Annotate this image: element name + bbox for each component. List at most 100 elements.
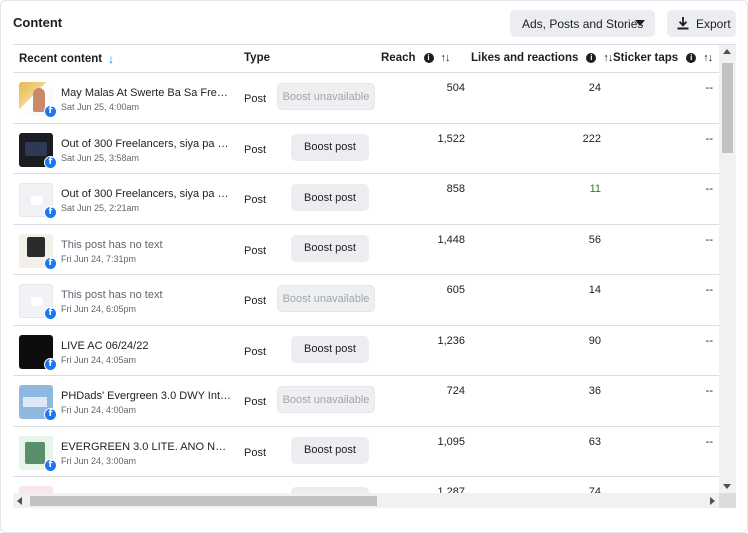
sticker-taps-value: --	[705, 334, 713, 347]
col-reach[interactable]: Reach i ↑↓	[381, 52, 451, 64]
reach-value: 1,448	[437, 233, 465, 246]
reach-value: 605	[446, 284, 465, 296]
table-row[interactable]: f This post has no text Fri Jun 24, 7:31pm…	[13, 225, 719, 275]
post-date: Fri Jun 24, 7:31pm	[61, 253, 137, 264]
sticker-taps-value: --	[705, 233, 713, 246]
facebook-icon: f	[44, 458, 57, 472]
post-type: Post	[244, 295, 267, 307]
post-title[interactable]: May Malas At Swerte Ba Sa Freela...	[61, 87, 233, 99]
boost-post-button[interactable]: Boost post	[291, 133, 369, 161]
facebook-icon: f	[44, 357, 57, 371]
post-title[interactable]: This post has no text	[61, 239, 233, 251]
table-row[interactable]: f PHDads' Evergreen 3.0 DWY Intern... Fri …	[13, 376, 719, 427]
likes-value: 36	[588, 385, 601, 397]
col-likes[interactable]: Likes and reactions i ↑↓	[471, 52, 613, 64]
boost-post-button[interactable]: Boost post	[291, 436, 369, 464]
boost-unavailable-button: Boost unavailable	[277, 285, 375, 312]
post-type: Post	[244, 194, 267, 206]
post-title[interactable]: Out of 300 Freelancers, siya pa ang...	[61, 138, 233, 150]
facebook-icon: f	[44, 155, 57, 169]
horizontal-scrollbar[interactable]	[13, 493, 719, 508]
filter-label: Ads, Posts and Stories	[522, 16, 644, 31]
likes-value: 11	[589, 183, 601, 195]
post-title[interactable]: EVERGREEN 3.0 LITE. ANO NGA B...	[61, 441, 233, 453]
post-type: Post	[244, 143, 267, 156]
sort-icon[interactable]: ↑↓	[441, 52, 451, 64]
post-date: Sat Jun 25, 2:21am	[61, 203, 140, 213]
post-type: Post	[244, 244, 267, 257]
post-type: Post	[244, 345, 267, 358]
post-date: Sat Jun 25, 4:00am	[61, 102, 140, 112]
scroll-left-arrow-icon[interactable]	[17, 497, 22, 505]
sticker-taps-value: --	[705, 385, 713, 397]
sort-desc-icon: ↓	[108, 52, 115, 66]
table-row[interactable]: f This post has no text Fri Jun 24, 6:05pm…	[13, 275, 719, 326]
scroll-thumb[interactable]	[722, 63, 733, 153]
post-title[interactable]: This post has no text	[61, 289, 233, 301]
info-icon[interactable]: i	[423, 53, 434, 63]
reach-value: 1,522	[437, 132, 465, 145]
info-icon[interactable]: i	[586, 53, 597, 63]
caret-down-icon	[635, 20, 645, 26]
col-likes-label: Likes and reactions	[471, 52, 579, 64]
scroll-up-arrow-icon[interactable]	[723, 49, 731, 54]
post-type: Post	[244, 396, 267, 408]
table-body: f May Malas At Swerte Ba Sa Freela... Sat …	[13, 73, 719, 508]
table-header: Recent content ↓ Type Reach i ↑↓ Likes a…	[13, 45, 719, 73]
export-label: Export	[696, 16, 731, 31]
col-type-label: Type	[244, 52, 270, 64]
post-date: Sat Jun 25, 3:58am	[61, 152, 140, 163]
col-reach-label: Reach	[381, 52, 416, 64]
col-recent-label: Recent content	[19, 53, 103, 65]
post-date: Fri Jun 24, 3:00am	[61, 455, 137, 466]
info-icon[interactable]: i	[686, 53, 697, 63]
post-type: Post	[244, 93, 267, 105]
reach-value: 858	[446, 183, 465, 195]
scroll-corner	[719, 493, 736, 508]
table-row[interactable]: f Out of 300 Freelancers, siya pa ang... S…	[13, 124, 719, 174]
boost-unavailable-button: Boost unavailable	[277, 83, 375, 110]
download-icon	[677, 17, 689, 30]
likes-value: 222	[582, 132, 601, 145]
card-title: Content	[13, 15, 63, 30]
scroll-right-arrow-icon[interactable]	[710, 497, 715, 505]
sticker-taps-value: --	[705, 82, 713, 94]
col-sticker-taps[interactable]: Sticker taps i ↑↓	[613, 52, 713, 64]
sticker-taps-value: --	[705, 183, 713, 195]
facebook-icon: f	[44, 307, 57, 320]
vertical-scrollbar[interactable]	[719, 45, 736, 493]
facebook-icon: f	[44, 256, 57, 270]
sticker-taps-value: --	[705, 284, 713, 296]
scroll-thumb[interactable]	[30, 496, 377, 506]
likes-value: 24	[588, 82, 601, 94]
reach-value: 1,236	[437, 334, 465, 347]
sticker-taps-value: --	[705, 435, 713, 448]
table-row[interactable]: f May Malas At Swerte Ba Sa Freela... Sat …	[13, 73, 719, 124]
export-button[interactable]: Export	[667, 10, 736, 37]
col-type: Type	[244, 52, 270, 64]
post-type: Post	[244, 446, 267, 459]
content-table: Recent content ↓ Type Reach i ↑↓ Likes a…	[13, 44, 736, 508]
likes-value: 14	[588, 284, 601, 296]
boost-post-button[interactable]: Boost post	[291, 335, 369, 363]
boost-post-button[interactable]: Boost post	[291, 234, 369, 262]
scroll-down-arrow-icon[interactable]	[723, 484, 731, 489]
sort-icon[interactable]: ↑↓	[703, 52, 713, 64]
boost-post-button[interactable]: Boost post	[291, 184, 369, 211]
content-type-filter-dropdown[interactable]: Ads, Posts and Stories	[510, 10, 655, 37]
facebook-icon: f	[44, 105, 57, 118]
post-title[interactable]: Out of 300 Freelancers, siya pa ang...	[61, 188, 233, 200]
col-recent-content[interactable]: Recent content ↓	[19, 52, 114, 66]
post-title[interactable]: LIVE AC 06/24/22	[61, 340, 233, 352]
facebook-icon: f	[44, 408, 57, 421]
table-row[interactable]: f EVERGREEN 3.0 LITE. ANO NGA B... Fri Jun…	[13, 427, 719, 477]
table-row[interactable]: f LIVE AC 06/24/22 Fri Jun 24, 4:05am Post B…	[13, 326, 719, 376]
reach-value: 504	[446, 82, 465, 94]
post-title[interactable]: PHDads' Evergreen 3.0 DWY Intern...	[61, 390, 233, 402]
sort-icon[interactable]: ↑↓	[603, 52, 613, 64]
post-date: Fri Jun 24, 6:05pm	[61, 304, 137, 314]
sticker-taps-value: --	[705, 132, 713, 145]
likes-value: 90	[588, 334, 601, 347]
table-row[interactable]: f Out of 300 Freelancers, siya pa ang... S…	[13, 174, 719, 225]
reach-value: 1,095	[437, 435, 465, 448]
